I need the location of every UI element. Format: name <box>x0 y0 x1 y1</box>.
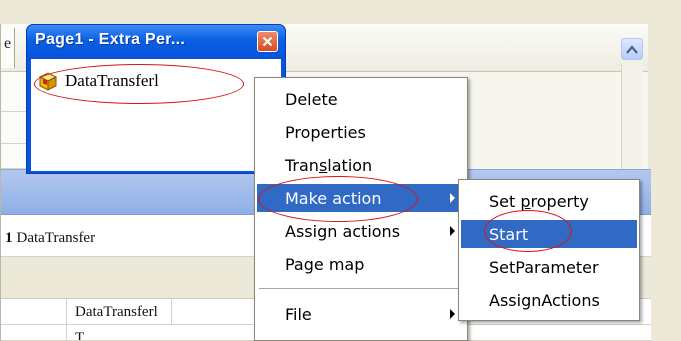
submenu-item-assignactions[interactable]: AssignActions <box>461 286 637 314</box>
tab-partial[interactable]: e <box>1 28 15 68</box>
menu-item-properties[interactable]: Properties <box>257 118 465 146</box>
submenu-arrow-icon <box>450 193 455 203</box>
menu-item-label: Assign actions <box>285 221 401 241</box>
menu-item-label: Translation <box>285 155 373 175</box>
menu-item-delete[interactable]: Delete <box>257 85 465 113</box>
table-cell-key <box>1 299 67 324</box>
window-title: Page1 - Extra Per... <box>35 31 186 48</box>
submenu-item-setparameter[interactable]: SetParameter <box>461 253 637 281</box>
menu-item-file[interactable]: File <box>257 300 465 328</box>
table-cell-value: DataTransferl <box>75 304 158 320</box>
close-button[interactable] <box>257 31 278 52</box>
context-menu: Delete Properties Translation Make actio… <box>254 77 468 341</box>
submenu-arrow-icon <box>450 226 455 236</box>
extra-properties-window: Page1 - Extra Per... DataTransferl <box>26 24 286 174</box>
window-body: DataTransferl <box>31 59 281 171</box>
submenu-arrow-icon <box>450 309 455 319</box>
table-cell-key <box>1 325 67 340</box>
property-name: DataTransfer <box>16 230 96 246</box>
menu-item-assign-actions[interactable]: Assign actions <box>257 217 465 245</box>
menu-item-label: Make action <box>285 188 382 208</box>
submenu-item-start[interactable]: Start <box>461 220 637 248</box>
menu-separator <box>259 288 463 289</box>
property-number: 1 <box>5 230 13 246</box>
menu-item-make-action[interactable]: Make action <box>257 184 465 212</box>
submenu-item-label: Set property <box>489 191 589 211</box>
menu-item-page-map[interactable]: Page map <box>257 250 465 278</box>
menu-item-label: Delete <box>285 89 338 109</box>
window-title-bar[interactable]: Page1 - Extra Per... <box>27 25 285 59</box>
submenu-item-set-property[interactable]: Set property <box>461 187 637 215</box>
datatransfer-object[interactable]: DataTransferl <box>37 67 161 95</box>
submenu-item-label: AssignActions <box>489 290 600 310</box>
scroll-up-button[interactable] <box>621 38 643 60</box>
menu-item-label: Page map <box>285 254 365 274</box>
close-icon <box>262 36 273 47</box>
menu-item-label: File <box>285 304 312 324</box>
make-action-submenu: Set property Start SetParameter AssignAc… <box>458 179 640 321</box>
table-divider <box>171 299 172 324</box>
chevron-up-icon <box>626 44 638 54</box>
submenu-item-label: SetParameter <box>489 257 599 277</box>
cube-icon <box>38 72 58 91</box>
submenu-item-label: Start <box>489 224 529 244</box>
menu-item-translation[interactable]: Translation <box>257 151 465 179</box>
menu-item-label: Properties <box>285 122 366 142</box>
object-label: DataTransferl <box>65 71 159 90</box>
table-cell-value: T... <box>75 330 95 341</box>
